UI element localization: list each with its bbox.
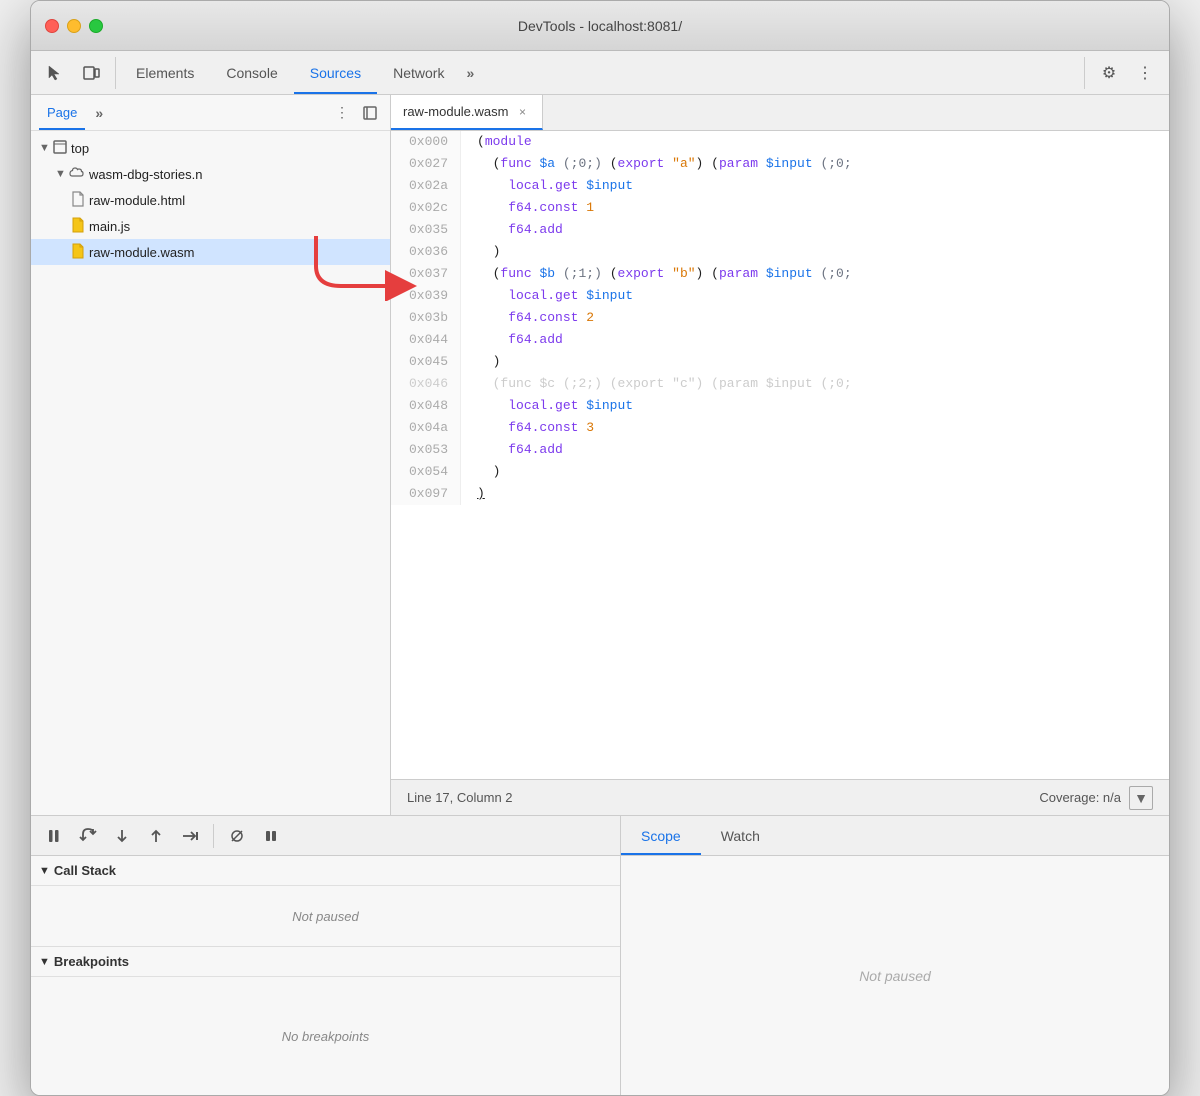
- step-over-button[interactable]: [73, 821, 103, 851]
- window-controls: [45, 19, 103, 33]
- window-icon: [53, 140, 67, 157]
- coverage-dropdown-button[interactable]: ▼: [1129, 786, 1153, 810]
- more-options-button[interactable]: ⋮: [1129, 57, 1161, 89]
- step-button[interactable]: [175, 821, 205, 851]
- main-toolbar: Elements Console Sources Network » ⚙ ⋮: [31, 51, 1169, 95]
- scope-content: Not paused: [621, 856, 1169, 1095]
- pause-button[interactable]: [39, 821, 69, 851]
- step-into-button[interactable]: [107, 821, 137, 851]
- open-tab-wasm[interactable]: raw-module.wasm ×: [391, 95, 543, 130]
- device-toolbar-button[interactable]: [75, 57, 107, 89]
- more-tabs-button[interactable]: »: [460, 63, 480, 83]
- code-line-9: 0x03b f64.const 2: [391, 307, 1169, 329]
- pause-on-exceptions-button[interactable]: [256, 821, 286, 851]
- scope-tab[interactable]: Scope: [621, 816, 701, 855]
- code-line-13: 0x048 local.get $input: [391, 395, 1169, 417]
- coverage-label: Coverage: n/a: [1039, 790, 1121, 805]
- watch-tab[interactable]: Watch: [701, 816, 780, 855]
- titlebar: DevTools - localhost:8081/: [31, 1, 1169, 51]
- breakpoints-header[interactable]: ▼ Breakpoints: [31, 947, 620, 977]
- status-bar: Line 17, Column 2 Coverage: n/a ▼: [391, 779, 1169, 815]
- code-line-4: 0x02c f64.const 1: [391, 197, 1169, 219]
- tree-item-raw-module-wasm[interactable]: raw-module.wasm: [31, 239, 390, 265]
- tab-sources[interactable]: Sources: [294, 51, 377, 94]
- sync-button[interactable]: [358, 101, 382, 125]
- toolbar-separator: [213, 824, 214, 848]
- file-tree: ▼ top ▼ wasm-dbg-stories.n: [31, 131, 390, 815]
- window-title: DevTools - localhost:8081/: [518, 18, 682, 34]
- breakpoints-section: ▼ Breakpoints No breakpoints: [31, 947, 620, 1095]
- left-panel: Page » ⋮ ▼: [31, 95, 391, 815]
- open-tabs-bar: raw-module.wasm ×: [391, 95, 1169, 131]
- code-line-12: 0x046 (func $c (;2;) (export "c") (param…: [391, 373, 1169, 395]
- left-tab-page[interactable]: Page: [39, 95, 85, 130]
- toolbar-icons: [39, 57, 116, 89]
- code-line-17: 0x097 ): [391, 483, 1169, 505]
- file-icon-js: [71, 217, 85, 236]
- code-line-10: 0x044 f64.add: [391, 329, 1169, 351]
- left-more-button[interactable]: »: [89, 103, 109, 123]
- left-panel-toolbar: Page » ⋮: [31, 95, 390, 131]
- sync-icon: [362, 105, 378, 121]
- tab-console[interactable]: Console: [210, 51, 293, 94]
- left-panel-actions: ⋮: [330, 101, 382, 125]
- device-icon: [82, 64, 100, 82]
- code-area[interactable]: 0x000 (module 0x027 (func $a (;0;) (expo…: [391, 131, 1169, 779]
- tree-item-wasm-folder[interactable]: ▼ wasm-dbg-stories.n: [31, 161, 390, 187]
- code-line-5: 0x035 f64.add: [391, 219, 1169, 241]
- devtools-window: DevTools - localhost:8081/ Elements Cons…: [30, 0, 1170, 1096]
- bottom-right-panel: Scope Watch Not paused: [621, 816, 1169, 1095]
- debug-toolbar: [31, 816, 620, 856]
- maximize-button[interactable]: [89, 19, 103, 33]
- call-stack-arrow: ▼: [39, 865, 50, 877]
- code-line-7: 0x037 (func $b (;1;) (export "b") (param…: [391, 263, 1169, 285]
- coverage-section: Coverage: n/a ▼: [1039, 786, 1153, 810]
- cloud-icon: [69, 166, 85, 183]
- bottom-panel: ▼ Call Stack Not paused ▼ Breakpoints No…: [31, 815, 1169, 1095]
- call-stack-section: ▼ Call Stack Not paused: [31, 856, 620, 947]
- code-line-3: 0x02a local.get $input: [391, 175, 1169, 197]
- code-line-1: 0x000 (module: [391, 131, 1169, 153]
- tab-network[interactable]: Network: [377, 51, 460, 94]
- three-dots-button[interactable]: ⋮: [330, 101, 354, 125]
- bottom-right-tabs: Scope Watch: [621, 816, 1169, 856]
- breakpoints-content: No breakpoints: [31, 977, 620, 1095]
- tree-item-main-js[interactable]: main.js: [31, 213, 390, 239]
- close-tab-button[interactable]: ×: [514, 104, 530, 120]
- code-line-14: 0x04a f64.const 3: [391, 417, 1169, 439]
- close-button[interactable]: [45, 19, 59, 33]
- code-line-2: 0x027 (func $a (;0;) (export "a") (param…: [391, 153, 1169, 175]
- cursor-icon: [46, 64, 64, 82]
- minimize-button[interactable]: [67, 19, 81, 33]
- call-stack-header[interactable]: ▼ Call Stack: [31, 856, 620, 886]
- settings-button[interactable]: ⚙: [1093, 57, 1125, 89]
- code-line-15: 0x053 f64.add: [391, 439, 1169, 461]
- tree-arrow-wasm: ▼: [55, 168, 69, 180]
- code-panel: raw-module.wasm × 0x000 (module 0x027 (f…: [391, 95, 1169, 815]
- deactivate-breakpoints-button[interactable]: [222, 821, 252, 851]
- tab-elements[interactable]: Elements: [120, 51, 210, 94]
- main-tabs: Elements Console Sources Network »: [120, 51, 1084, 94]
- file-icon-wasm: [71, 243, 85, 262]
- code-line-8: 0x039 local.get $input: [391, 285, 1169, 307]
- breakpoints-arrow: ▼: [39, 956, 50, 968]
- step-out-button[interactable]: [141, 821, 171, 851]
- call-stack-content: Not paused: [31, 886, 620, 946]
- bottom-left-panel: ▼ Call Stack Not paused ▼ Breakpoints No…: [31, 816, 621, 1095]
- cursor-icon-button[interactable]: [39, 57, 71, 89]
- code-line-6: 0x036 ): [391, 241, 1169, 263]
- file-icon-html: [71, 191, 85, 210]
- code-line-16: 0x054 ): [391, 461, 1169, 483]
- tree-item-raw-module-html[interactable]: raw-module.html: [31, 187, 390, 213]
- content-area: Page » ⋮ ▼: [31, 95, 1169, 815]
- toolbar-right: ⚙ ⋮: [1084, 57, 1161, 89]
- tree-item-top[interactable]: ▼ top: [31, 135, 390, 161]
- cursor-position: Line 17, Column 2: [407, 790, 513, 805]
- tree-arrow-top: ▼: [39, 142, 53, 154]
- code-line-11: 0x045 ): [391, 351, 1169, 373]
